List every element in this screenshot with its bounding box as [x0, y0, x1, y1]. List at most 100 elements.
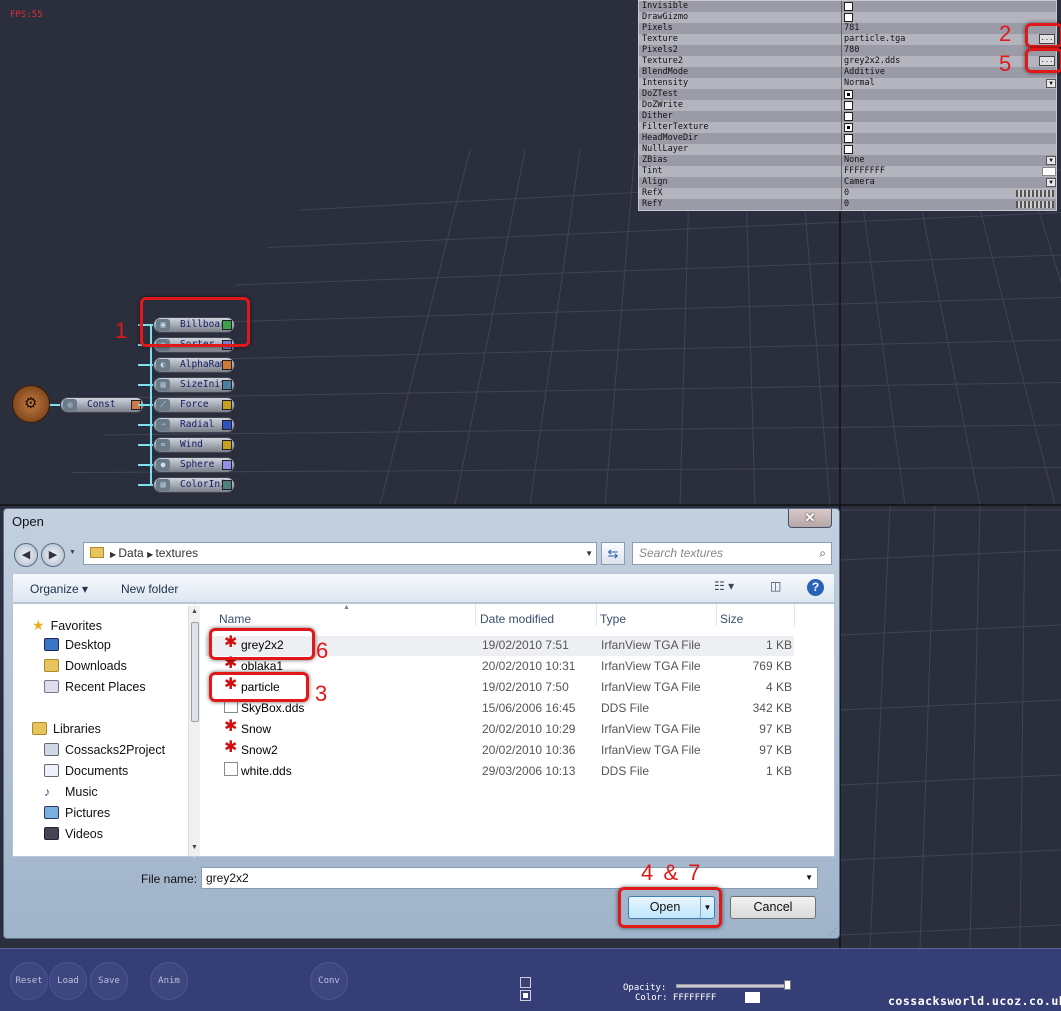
property-value[interactable]: 781: [844, 23, 859, 34]
graph-node-port[interactable]: [222, 360, 232, 370]
nav-favorites[interactable]: ★ Favorites: [32, 617, 102, 634]
anim-button[interactable]: Anim: [150, 962, 188, 1000]
property-slider[interactable]: [1016, 201, 1054, 208]
column-separator[interactable]: [794, 604, 795, 626]
property-value[interactable]: Camera: [844, 177, 875, 188]
reset-button[interactable]: Reset: [10, 962, 48, 1000]
graph-node-port[interactable]: [222, 420, 232, 430]
resize-grip-icon[interactable]: ⋰: [829, 927, 837, 936]
graph-node-port[interactable]: [222, 480, 232, 490]
search-input[interactable]: Search textures ⌕: [632, 542, 832, 565]
load-button[interactable]: Load: [49, 962, 87, 1000]
nav-item-desktop[interactable]: Desktop: [44, 638, 111, 652]
scroll-thumb[interactable]: [191, 622, 199, 722]
graph-node-radial[interactable]: ➝ Radial: [153, 417, 235, 433]
back-button[interactable]: ◀: [14, 543, 38, 567]
graph-node-port[interactable]: [222, 460, 232, 470]
graph-node-port[interactable]: [222, 380, 232, 390]
file-row[interactable]: SkyBox.dds 15/06/2006 16:45 DDS File 342 KB: [205, 699, 794, 719]
graph-node-sizeinit[interactable]: ▤ SizeInit: [153, 377, 235, 393]
property-checkbox[interactable]: [844, 145, 853, 154]
graph-node-sphere[interactable]: ● Sphere: [153, 457, 235, 473]
nav-item-music[interactable]: ♪ Music: [44, 785, 98, 799]
property-checkbox[interactable]: [844, 112, 853, 121]
property-value[interactable]: grey2x2.dds: [844, 56, 900, 67]
property-checkbox[interactable]: [844, 134, 853, 143]
scroll-down-icon[interactable]: ▼: [191, 844, 198, 851]
graph-node-colorinit[interactable]: ▤ ColorInit: [153, 477, 235, 493]
nav-item-cossacks2project[interactable]: Cossacks2Project: [44, 743, 165, 757]
chevron-down-icon[interactable]: ▼: [585, 543, 593, 564]
scroll-up-icon[interactable]: ▲: [191, 608, 198, 615]
property-checkbox[interactable]: [844, 13, 853, 22]
property-value[interactable]: Normal: [844, 78, 875, 89]
nav-item-videos[interactable]: Videos: [44, 827, 103, 841]
property-value[interactable]: 0: [844, 199, 849, 210]
opacity-slider[interactable]: [676, 984, 790, 988]
option-checkbox-2[interactable]: [520, 990, 531, 1001]
filename-input[interactable]: grey2x2 ▼: [201, 867, 818, 889]
opacity-slider-knob[interactable]: [784, 980, 791, 990]
const-node[interactable]: ◎ Const: [60, 397, 144, 413]
root-emitter-node[interactable]: ⚙: [12, 385, 50, 423]
graph-node-port[interactable]: [222, 400, 232, 410]
graph-node-wind[interactable]: ≈ Wind: [153, 437, 235, 453]
property-value[interactable]: particle.tga: [844, 34, 905, 45]
cancel-button[interactable]: Cancel: [730, 896, 816, 919]
property-value[interactable]: Additive: [844, 67, 885, 78]
chevron-down-icon[interactable]: ▼: [1046, 178, 1056, 187]
save-button[interactable]: Save: [90, 962, 128, 1000]
property-value[interactable]: FFFFFFFF: [844, 166, 885, 177]
breadcrumb-textures[interactable]: textures: [155, 546, 198, 560]
graph-node-alpharamp[interactable]: ◐ AlphaRamp: [153, 357, 235, 373]
file-row[interactable]: white.dds 29/03/2006 10:13 DDS File 1 KB: [205, 762, 794, 782]
property-slider[interactable]: [1016, 190, 1054, 197]
property-value[interactable]: 0: [844, 188, 849, 199]
address-bar[interactable]: ▶ Data ▶ textures ▼: [83, 542, 597, 565]
graph-node-port[interactable]: [222, 440, 232, 450]
property-value[interactable]: 780: [844, 45, 859, 56]
column-header-name[interactable]: Name: [219, 612, 251, 626]
graph-node-force[interactable]: ⟋ Force: [153, 397, 235, 413]
nav-item-documents[interactable]: Documents: [44, 764, 128, 778]
file-row[interactable]: Snow2 20/02/2010 10:36 IrfanView TGA File 9…: [205, 738, 794, 761]
property-name: DoZWrite: [642, 100, 683, 110]
nav-scrollbar[interactable]: ▲ ▼: [188, 606, 200, 856]
search-icon[interactable]: ⌕: [819, 543, 826, 564]
forward-button[interactable]: ▶: [41, 543, 65, 567]
nav-item-downloads[interactable]: Downloads: [44, 659, 127, 673]
property-value[interactable]: None: [844, 155, 864, 166]
chevron-down-icon[interactable]: ▼: [1046, 79, 1056, 88]
property-checkbox[interactable]: [844, 2, 853, 11]
column-separator[interactable]: [716, 604, 717, 626]
nav-libraries[interactable]: Libraries: [32, 722, 101, 736]
conv-button[interactable]: Conv: [310, 962, 348, 1000]
property-checkbox[interactable]: [844, 123, 853, 132]
breadcrumb-data[interactable]: Data: [118, 546, 143, 560]
chevron-down-icon[interactable]: ▼: [1046, 156, 1056, 165]
file-row[interactable]: Snow 20/02/2010 10:29 IrfanView TGA File 97…: [205, 717, 794, 740]
color-swatch[interactable]: [1042, 167, 1056, 176]
recent-locations-dropdown[interactable]: ▼: [69, 549, 76, 556]
help-icon[interactable]: ?: [807, 579, 824, 596]
change-view-icon[interactable]: ☷ ▾: [714, 579, 734, 593]
nav-item-pictures[interactable]: Pictures: [44, 806, 110, 820]
preview-pane-icon[interactable]: ◫: [770, 579, 781, 593]
refresh-button[interactable]: ⇆: [601, 542, 625, 565]
property-checkbox[interactable]: [844, 90, 853, 99]
size-icon: ▤: [156, 379, 170, 391]
new-folder-button[interactable]: New folder: [121, 582, 178, 596]
close-button[interactable]: ✕: [788, 509, 832, 528]
column-separator[interactable]: [596, 604, 597, 626]
organize-button[interactable]: Organize ▾: [30, 582, 88, 596]
column-header-size[interactable]: Size: [720, 612, 743, 626]
color-swatch[interactable]: [745, 992, 760, 1003]
column-header-type[interactable]: Type: [600, 612, 626, 626]
nav-item-recent-places[interactable]: Recent Places: [44, 680, 146, 694]
chevron-down-icon[interactable]: ▼: [805, 868, 813, 888]
property-separator: [841, 155, 842, 166]
property-checkbox[interactable]: [844, 101, 853, 110]
column-separator[interactable]: [475, 604, 476, 626]
column-header-date[interactable]: Date modified: [480, 612, 554, 626]
option-checkbox-1[interactable]: [520, 977, 531, 988]
